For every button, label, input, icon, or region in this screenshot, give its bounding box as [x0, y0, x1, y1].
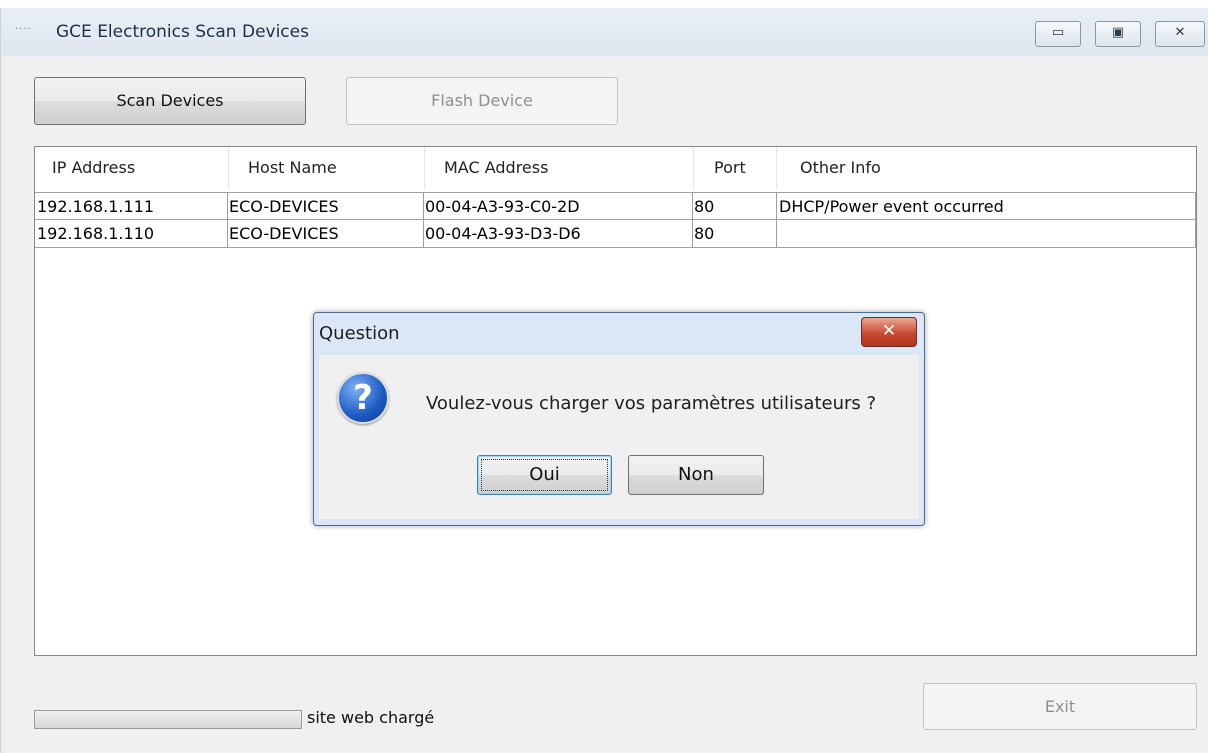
cell-mac: 00-04-A3-93-D3-D6: [425, 224, 581, 243]
title-bar[interactable]: ···· GCE Electronics Scan Devices ▭ ▣ ✕: [1, 8, 1208, 56]
column-header-host[interactable]: Host Name: [248, 147, 337, 189]
maximize-button[interactable]: ▣: [1095, 21, 1141, 47]
question-icon: ?: [337, 372, 389, 424]
window-title: GCE Electronics Scan Devices: [56, 22, 309, 42]
column-header-mac[interactable]: MAC Address: [444, 147, 548, 189]
table-row[interactable]: 192.168.1.111 ECO-DEVICES 00-04-A3-93-C0…: [35, 192, 1196, 220]
column-header-other[interactable]: Other Info: [800, 147, 881, 189]
progress-bar: [34, 710, 302, 729]
close-icon: ✕: [881, 321, 897, 341]
exit-button[interactable]: Exit: [923, 683, 1197, 730]
dialog-message: Voulez-vous charger vos paramètres utili…: [426, 393, 877, 414]
minimize-icon: ▭: [1051, 25, 1065, 40]
cell-ip: 192.168.1.110: [37, 224, 155, 243]
status-text: site web chargé: [307, 708, 435, 727]
cell-ip: 192.168.1.111: [37, 197, 155, 216]
minimize-button[interactable]: ▭: [1035, 21, 1081, 47]
focus-ring: [481, 459, 608, 491]
column-header-ip[interactable]: IP Address: [52, 147, 135, 189]
cell-other-info: DHCP/Power event occurred: [779, 197, 1004, 216]
yes-button[interactable]: Oui: [477, 455, 612, 495]
scan-devices-button[interactable]: Scan Devices: [34, 77, 306, 125]
cell-host: ECO-DEVICES: [229, 224, 339, 243]
cell-port: 80: [694, 224, 715, 243]
dialog-title: Question: [319, 323, 400, 344]
dialog-close-button[interactable]: ✕: [861, 317, 917, 347]
cell-host: ECO-DEVICES: [229, 197, 339, 216]
cell-mac: 00-04-A3-93-C0-2D: [425, 197, 580, 216]
question-dialog: Question ✕ ? Voulez-vous charger vos par…: [313, 312, 925, 526]
no-button-label: Non: [678, 464, 714, 485]
cell-port: 80: [694, 197, 715, 216]
column-header-port[interactable]: Port: [714, 147, 746, 189]
flash-device-button[interactable]: Flash Device: [346, 77, 618, 125]
app-icon: ····: [15, 24, 32, 35]
close-icon: ✕: [1174, 25, 1186, 40]
no-button[interactable]: Non: [628, 455, 764, 495]
table-row[interactable]: 192.168.1.110 ECO-DEVICES 00-04-A3-93-D3…: [35, 220, 1196, 248]
dialog-body: ? Voulez-vous charger vos paramètres uti…: [319, 355, 919, 519]
maximize-icon: ▣: [1111, 25, 1125, 40]
close-button[interactable]: ✕: [1155, 21, 1205, 47]
